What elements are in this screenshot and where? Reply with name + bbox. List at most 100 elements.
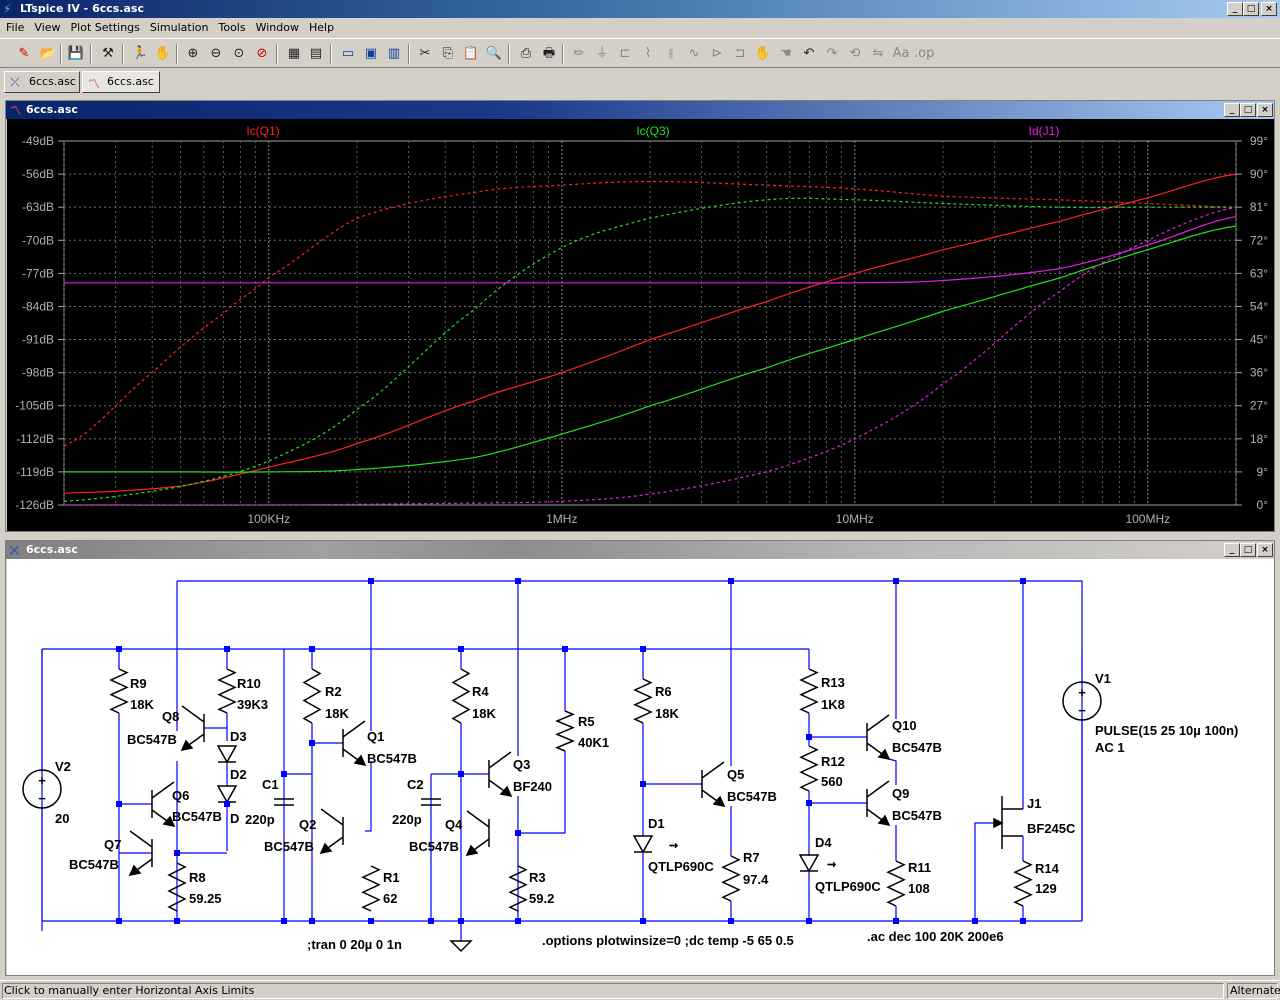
plot-close-button[interactable]: × — [1257, 103, 1273, 117]
label-net-icon[interactable]: ⊏ — [615, 44, 635, 64]
r10-ref-label: R10 — [237, 676, 261, 691]
plot-minimize-button[interactable]: _ — [1224, 103, 1240, 117]
schematic-canvas[interactable]: + − ⇝ ⇝ + − V2 20 R9 18K R10 39K3 Q8 BC547B D3 D2 D Q6 BC… — [7, 559, 1274, 975]
resistor-r14[interactable] — [1013, 860, 1033, 907]
maximize-button[interactable]: □ — [1243, 2, 1259, 16]
find-icon[interactable]: 🔍 — [484, 44, 504, 64]
mirror-icon[interactable]: ⇋ — [868, 44, 888, 64]
diode-d2[interactable] — [216, 785, 238, 804]
svg-text:+: + — [38, 773, 46, 788]
autorange-icon[interactable]: ▦ — [284, 44, 304, 64]
drag-icon[interactable]: ☚ — [776, 44, 796, 64]
resistor-r2[interactable] — [302, 668, 322, 724]
c2-value-label: 220p — [392, 812, 422, 827]
tab-waveform[interactable]: 〽 6ccs.asc — [82, 71, 160, 93]
y-right-tick-label: 99° — [1250, 134, 1268, 148]
transistor-q3[interactable] — [488, 751, 513, 798]
menu-simulation[interactable]: Simulation — [150, 21, 209, 34]
legend-ic-q1[interactable]: Ic(Q1) — [246, 124, 279, 138]
cascade-icon[interactable]: ▣ — [361, 44, 381, 64]
resistor-r13[interactable] — [799, 668, 819, 714]
r11-value-label: 108 — [908, 881, 930, 896]
transistor-q4[interactable] — [465, 810, 490, 857]
plot-restore-button[interactable]: □ — [1240, 103, 1256, 117]
menu-tools[interactable]: Tools — [218, 21, 245, 34]
resistor-icon[interactable]: ⌇ — [638, 44, 658, 64]
transistor-q10[interactable] — [866, 714, 891, 761]
run-icon[interactable]: 🏃 — [130, 44, 150, 64]
resistor-r3[interactable] — [508, 865, 528, 912]
close-button[interactable]: × — [1261, 2, 1277, 16]
redo-icon[interactable]: ↷ — [822, 44, 842, 64]
inductor-icon[interactable]: ∿ — [684, 44, 704, 64]
resistor-r6[interactable] — [633, 678, 653, 724]
diode-d3[interactable] — [216, 745, 238, 764]
plot-pane[interactable]: -49dB -56dB -63dB -70dB -77dB -84dB -91dB -98dB… — [7, 119, 1274, 531]
schematic-restore-button[interactable]: □ — [1240, 543, 1256, 557]
diode-d1[interactable] — [632, 835, 654, 854]
junction-dot — [458, 771, 464, 777]
trace-ic-q3-phase[interactable] — [63, 197, 1236, 502]
q7-ref-label: Q7 — [104, 837, 121, 852]
copy-icon[interactable]: ⎘ — [438, 44, 458, 64]
resistor-r10[interactable] — [217, 668, 237, 714]
legend-id-j1[interactable]: Id(J1) — [1029, 124, 1060, 138]
capacitor-icon[interactable]: ⫲ — [661, 44, 681, 64]
grid-icon[interactable]: ▤ — [306, 44, 326, 64]
resistor-r7[interactable] — [721, 855, 741, 902]
zoom-out-icon[interactable]: ⊖ — [206, 44, 226, 64]
resistor-r5[interactable] — [555, 710, 575, 752]
zoom-cancel-icon[interactable]: ⊘ — [252, 44, 272, 64]
bode-plot[interactable]: -49dB -56dB -63dB -70dB -77dB -84dB -91dB -98dB… — [7, 119, 1274, 531]
component-icon[interactable]: ⊐ — [730, 44, 750, 64]
save-icon[interactable]: 💾 — [66, 44, 86, 64]
spice-directive-icon[interactable]: .op — [914, 44, 934, 64]
draw-wire-icon[interactable]: ✏ — [569, 44, 589, 64]
pan-icon[interactable]: ✋ — [153, 44, 173, 64]
rotate-icon[interactable]: ⟲ — [845, 44, 865, 64]
schematic-close-button[interactable]: × — [1257, 543, 1273, 557]
cut-icon[interactable]: ✂ — [415, 44, 435, 64]
minimize-button[interactable]: _ — [1227, 2, 1243, 16]
resistor-r12[interactable] — [799, 745, 819, 792]
resistor-r1[interactable] — [361, 865, 381, 912]
menu-view[interactable]: View — [34, 21, 60, 34]
diode-d4[interactable] — [798, 854, 820, 873]
resistor-r4[interactable] — [451, 668, 471, 724]
schematic-minimize-button[interactable]: _ — [1224, 543, 1240, 557]
text-icon[interactable]: Aa — [891, 44, 911, 64]
junction-dot — [515, 918, 521, 924]
move-icon[interactable]: ✋ — [753, 44, 773, 64]
ground-icon[interactable]: ⏚ — [592, 44, 612, 64]
open-icon[interactable]: 📂 — [38, 44, 58, 64]
menu-help[interactable]: Help — [309, 21, 334, 34]
jfet-j1[interactable] — [993, 796, 1023, 849]
print-preview-icon[interactable]: ⎙ — [516, 44, 536, 64]
transistor-q5[interactable] — [701, 761, 726, 808]
paste-icon[interactable]: 📋 — [461, 44, 481, 64]
menu-file[interactable]: File — [6, 21, 24, 34]
resistor-r8[interactable] — [167, 862, 187, 912]
transistor-q1[interactable] — [342, 720, 367, 767]
resistor-r9[interactable] — [109, 668, 129, 714]
transistor-q8[interactable] — [180, 705, 205, 752]
print-icon[interactable]: 🖶 — [539, 44, 559, 64]
diode-icon[interactable]: ⊳ — [707, 44, 727, 64]
undo-icon[interactable]: ↶ — [799, 44, 819, 64]
resistor-r11[interactable] — [886, 860, 906, 907]
transistor-q6[interactable] — [151, 781, 176, 828]
zoom-fit-icon[interactable]: ⊙ — [229, 44, 249, 64]
schematic-icon: ⤫ — [10, 75, 20, 89]
menu-window[interactable]: Window — [256, 21, 299, 34]
transistor-q9[interactable] — [866, 780, 891, 827]
tile-vertical-icon[interactable]: ▥ — [384, 44, 404, 64]
transistor-q2[interactable] — [319, 808, 344, 855]
tab-schematic[interactable]: ⤫ 6ccs.asc — [4, 71, 80, 93]
tile-horizontal-icon[interactable]: ▭ — [338, 44, 358, 64]
menu-plot-settings[interactable]: Plot Settings — [71, 21, 140, 34]
legend-ic-q3[interactable]: Ic(Q3) — [636, 124, 669, 138]
new-schematic-icon[interactable]: ✎ — [14, 44, 34, 64]
zoom-in-icon[interactable]: ⊕ — [183, 44, 203, 64]
control-panel-icon[interactable]: ⚒ — [98, 44, 118, 64]
circuit-schematic[interactable]: + − ⇝ ⇝ + − V2 20 R9 18K R10 39K3 Q8 BC547B D3 D2 D Q6 BC… — [7, 559, 1274, 975]
